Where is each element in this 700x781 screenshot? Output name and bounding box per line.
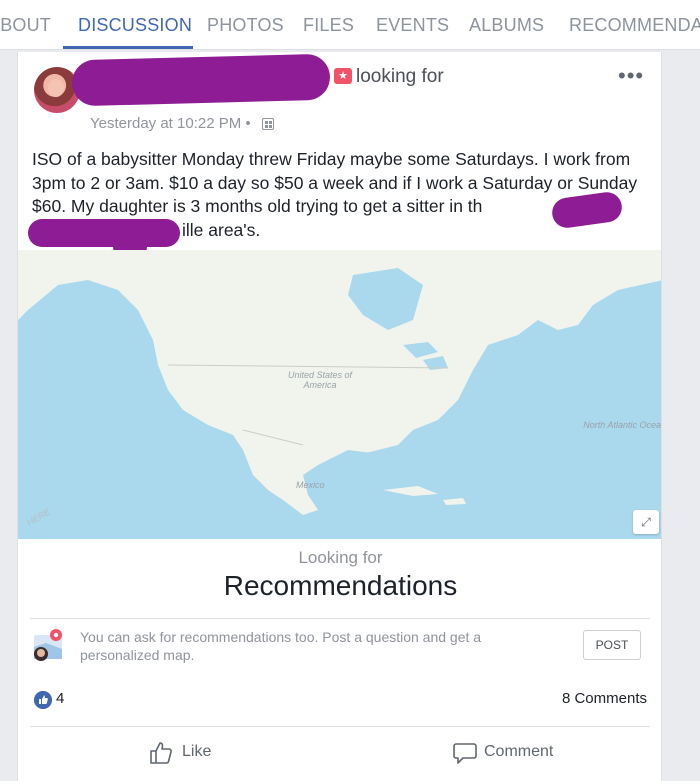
tab-discussion[interactable]: DISCUSSION [78, 15, 192, 36]
expand-map-icon[interactable]: ⤢ [633, 510, 659, 534]
comment-label: Comment [484, 743, 554, 760]
looking-for-title: Recommendations [223, 570, 458, 601]
comment-count[interactable]: 8 Comments [562, 690, 647, 707]
recommendations-map[interactable]: United States of America North Atlantic … [18, 250, 662, 539]
recommendation-map-icon [34, 629, 62, 661]
timestamp-separator: • [245, 115, 251, 132]
redaction-location-2 [28, 219, 180, 247]
post-timestamp[interactable]: Yesterday at 10:22 PM • [90, 115, 251, 132]
recommendation-prompt-text: You can ask for recommendations too. Pos… [80, 629, 482, 663]
redaction-author [71, 53, 331, 107]
like-reaction-icon [34, 691, 52, 709]
post-body-end: ille area's. [182, 219, 261, 240]
tab-albums[interactable]: ALBUMS [469, 15, 544, 36]
reaction-count[interactable]: 4 [56, 690, 64, 707]
like-label: Like [182, 743, 212, 760]
divider [30, 726, 650, 727]
tab-events[interactable]: EVENTS [376, 15, 449, 36]
looking-for-badge-icon: ★ [334, 68, 352, 84]
more-dots-icon[interactable]: ••• [618, 63, 644, 89]
tab-files[interactable]: FILES [303, 15, 354, 36]
looking-for-subtitle: Looking for [298, 548, 383, 567]
looking-for-label: looking for [356, 66, 444, 87]
comment-button[interactable]: Comment [452, 740, 562, 766]
map-graphic [18, 250, 661, 515]
map-label-mexico: Mexico [296, 480, 325, 490]
comment-icon [453, 743, 477, 764]
group-icon [262, 118, 274, 130]
timestamp-text: Yesterday at 10:22 PM [90, 115, 242, 132]
map-label-country: United States of America [287, 370, 353, 390]
post-body-text: ISO of a babysitter Monday threw Friday … [32, 149, 638, 216]
group-tab-bar: ABOUT DISCUSSION PHOTOS FILES EVENTS ALB… [0, 0, 700, 50]
divider [30, 618, 650, 619]
tab-photos[interactable]: PHOTOS [207, 15, 284, 36]
post-button[interactable]: POST [583, 630, 641, 660]
post-card: recommendations ★ looking for ••• Yester… [17, 52, 662, 781]
tab-about[interactable]: ABOUT [0, 15, 51, 36]
avatar-face [48, 79, 64, 97]
map-label-ocean: North Atlantic Ocean [583, 420, 662, 430]
like-button[interactable]: Like [148, 740, 228, 766]
active-tab-indicator [63, 46, 193, 49]
tab-recommendations[interactable]: RECOMMENDATIONS [569, 15, 700, 36]
thumbs-up-icon [150, 742, 172, 764]
